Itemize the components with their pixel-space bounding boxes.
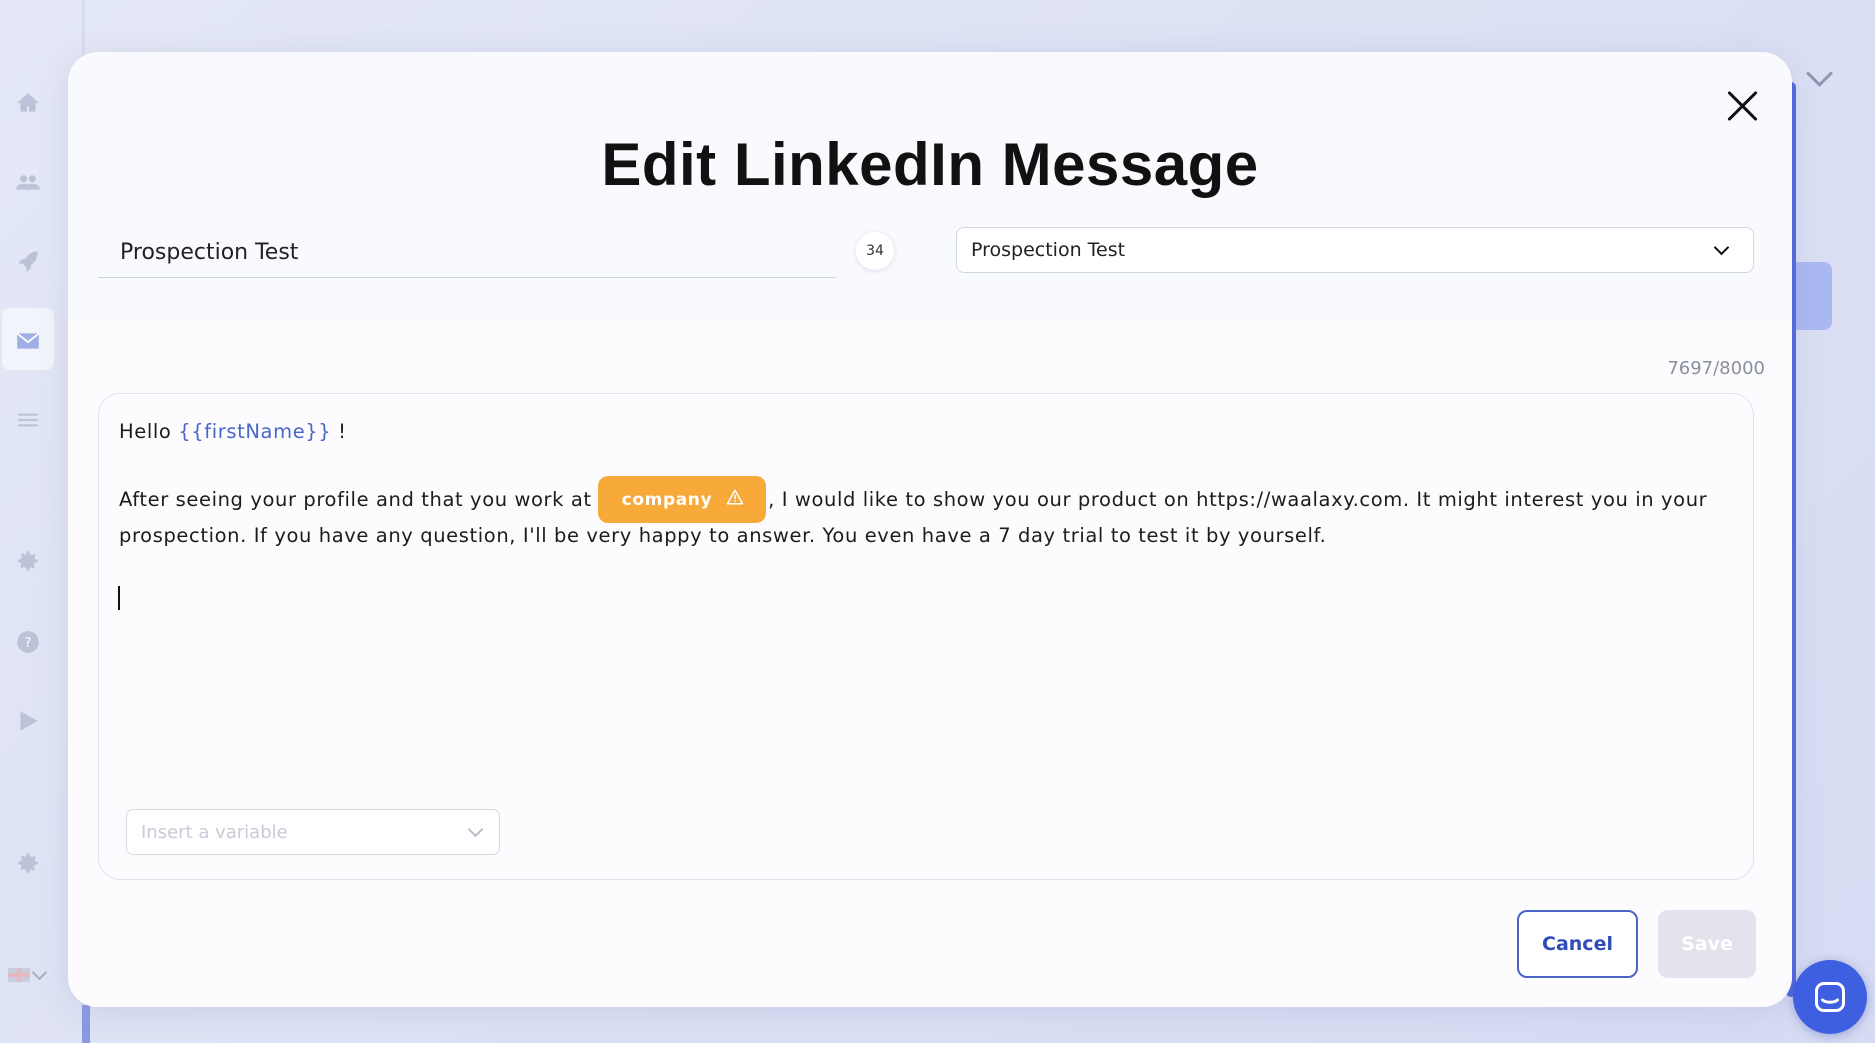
company-variable-chip[interactable]: company (597, 476, 767, 523)
message-name-field[interactable] (98, 228, 836, 278)
uk-flag-icon (8, 968, 30, 982)
company-chip-label: company (621, 489, 713, 510)
character-count: 7697/8000 (1667, 358, 1765, 379)
background-divider-accent (82, 1005, 90, 1043)
rocket-icon[interactable] (13, 246, 43, 276)
message-line-greeting: Hello {{firstName}} ! (119, 420, 347, 443)
edit-message-modal: Edit LinkedIn Message 34 Prospection Tes… (68, 52, 1792, 1007)
campaign-select-value: Prospection Test (971, 239, 1126, 261)
name-counter-badge: 34 (856, 232, 894, 270)
save-button[interactable]: Save (1658, 910, 1756, 978)
mail-icon[interactable] (13, 326, 43, 356)
insert-variable-select[interactable]: Insert a variable (126, 809, 500, 855)
sidebar: ? (0, 0, 62, 1043)
message-line-body-2: prospection. If you have any question, I… (119, 524, 1327, 547)
cancel-button[interactable]: Cancel (1517, 910, 1638, 978)
settings-icon[interactable] (13, 848, 43, 878)
chevron-down-icon[interactable] (1806, 60, 1833, 87)
language-selector[interactable] (8, 964, 48, 982)
exclaim-text: ! (338, 420, 347, 443)
insert-variable-placeholder: Insert a variable (141, 821, 288, 843)
home-icon[interactable] (13, 88, 43, 118)
body-after-chip: , I would like to show you our product o… (768, 488, 1708, 511)
svg-text:?: ? (25, 636, 32, 651)
chat-icon (1815, 982, 1845, 1012)
chevron-down-icon (467, 821, 484, 838)
modal-title: Edit LinkedIn Message (601, 131, 1259, 198)
warning-icon (726, 488, 744, 511)
text-cursor (118, 586, 120, 610)
message-editor[interactable]: Hello {{firstName}} ! After seeing your … (98, 393, 1754, 880)
help-icon[interactable]: ? (13, 627, 43, 657)
close-icon[interactable] (1723, 88, 1761, 126)
message-line-body: After seeing your profile and that you w… (119, 476, 1707, 523)
chat-support-button[interactable] (1793, 960, 1867, 1034)
campaign-select[interactable]: Prospection Test (956, 227, 1754, 273)
firstname-variable[interactable]: {{firstName}} (178, 420, 331, 443)
chevron-down-icon (1713, 239, 1730, 256)
chevron-down-icon (31, 964, 48, 981)
body-before-chip: After seeing your profile and that you w… (119, 488, 592, 511)
gear-icon[interactable] (13, 546, 43, 576)
list-icon[interactable] (13, 405, 43, 435)
play-icon[interactable] (13, 706, 43, 736)
greeting-text: Hello (119, 420, 172, 443)
users-icon[interactable] (13, 167, 43, 197)
message-name-input[interactable] (98, 228, 836, 277)
